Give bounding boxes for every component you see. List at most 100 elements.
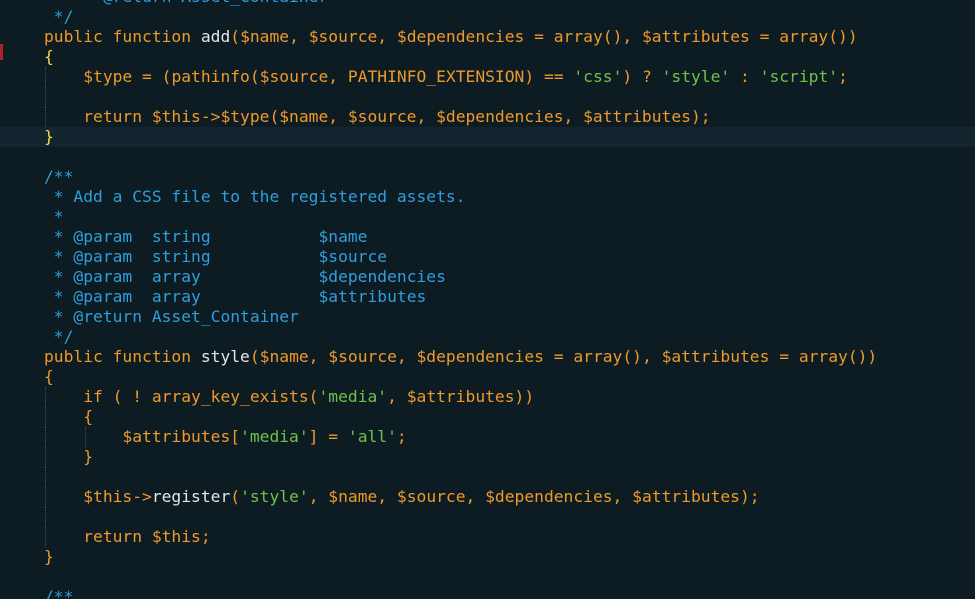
code-line[interactable]: $this->register('style', $name, $source,… [0, 487, 975, 507]
indent-guide [45, 107, 46, 127]
code-token: ( [249, 347, 260, 366]
code-token: { [44, 407, 94, 426]
code-token: { [44, 367, 54, 386]
code-line[interactable]: } [0, 127, 975, 147]
code-token: $attributes [318, 287, 427, 306]
code-token: } [44, 547, 54, 566]
code-token: add [200, 27, 231, 46]
code-area[interactable]: * @return Asset_Container */public funct… [0, 0, 975, 599]
code-token: ()) [847, 347, 878, 366]
code-line[interactable]: { [0, 407, 975, 427]
code-token: , $attributes)) [387, 387, 535, 406]
code-line[interactable]: * Add a CSS file to the registered asset… [0, 187, 975, 207]
code-token: ( [308, 387, 319, 406]
code-token: ) ? [622, 67, 662, 86]
code-line[interactable]: * [0, 207, 975, 227]
code-line[interactable]: $type = (pathinfo($source, PATHINFO_EXTE… [0, 67, 975, 87]
code-line[interactable] [0, 467, 975, 487]
code-token: 'style' [240, 487, 309, 506]
code-token: 'style' [661, 67, 731, 86]
code-token: 'all' [347, 427, 397, 446]
code-line[interactable]: * @param array $attributes [0, 287, 975, 307]
code-line[interactable]: $attributes['media'] = 'all'; [0, 427, 975, 447]
code-line[interactable]: public function add($name, $source, $dep… [0, 27, 975, 47]
code-token: (), [602, 27, 642, 46]
code-line[interactable] [0, 147, 975, 167]
code-token: * @return Asset_Container [44, 307, 299, 326]
code-line[interactable] [0, 507, 975, 527]
indent-guide [45, 387, 46, 407]
code-token: , $name, $source, $dependencies, $attrib… [308, 487, 760, 506]
code-token: public function [44, 27, 201, 46]
code-token: ( [230, 487, 241, 506]
indent-guide [45, 407, 46, 427]
indent-guide [45, 507, 46, 527]
code-line[interactable]: /** [0, 167, 975, 187]
code-token: $name, $source, $dependencies = [240, 27, 554, 46]
code-token: 'media' [240, 427, 309, 446]
code-line[interactable]: if ( ! array_key_exists('media', $attrib… [0, 387, 975, 407]
code-line[interactable] [0, 87, 975, 107]
code-token: 'css' [573, 67, 623, 86]
code-token: * [44, 207, 64, 226]
code-token: * @param array [44, 287, 319, 306]
code-line[interactable]: { [0, 47, 975, 67]
code-token: register [151, 487, 231, 506]
code-token: ; [838, 67, 848, 86]
indent-guide [45, 447, 46, 467]
code-token: style [200, 347, 250, 366]
indent-guide [45, 67, 46, 87]
code-token: PATHINFO_EXTENSION [347, 67, 525, 86]
code-token: $name [318, 227, 368, 246]
code-token: array [573, 347, 623, 366]
code-token: ] = [308, 427, 348, 446]
code-line[interactable]: * @param string $source [0, 247, 975, 267]
code-token: 'script' [759, 67, 839, 86]
code-line[interactable]: * @param string $name [0, 227, 975, 247]
code-token: $this; [151, 527, 211, 546]
code-line[interactable]: { [0, 367, 975, 387]
code-editor[interactable]: * @return Asset_Container */public funct… [0, 0, 975, 599]
code-token: public function [44, 347, 201, 366]
code-token: } [44, 127, 54, 146]
code-token: $attributes = [661, 347, 799, 366]
code-line[interactable]: return $this; [0, 527, 975, 547]
code-token: array_key_exists [151, 387, 309, 406]
code-token: * Add a CSS file to the registered asset… [44, 187, 466, 206]
code-token: ()) [828, 27, 858, 46]
code-token: $attributes[ [44, 427, 241, 446]
code-line[interactable]: return $this->$type($name, $source, $dep… [0, 107, 975, 127]
code-token: array [553, 27, 603, 46]
code-line[interactable]: * @return Asset_Container [0, 307, 975, 327]
code-line[interactable]: */ [0, 7, 975, 27]
code-token: */ [44, 327, 74, 346]
code-token: if ( ! [44, 387, 152, 406]
indent-guide [45, 487, 46, 507]
code-line[interactable]: */ [0, 327, 975, 347]
code-token: $attributes = [641, 27, 780, 46]
code-token: $this-> [44, 487, 152, 506]
code-token: * @param string [44, 227, 319, 246]
indent-guide [45, 467, 46, 487]
code-line[interactable]: } [0, 447, 975, 467]
code-line[interactable]: * @param array $dependencies [0, 267, 975, 287]
code-token: ( [230, 27, 241, 46]
code-line[interactable]: public function style($name, $source, $d… [0, 347, 975, 367]
indent-guide [45, 527, 46, 547]
indent-guide [45, 87, 46, 107]
code-token: $name, $source, $dependencies = [259, 347, 574, 366]
code-token: /** [44, 167, 74, 186]
code-line[interactable]: } [0, 547, 975, 567]
code-line[interactable]: * @return Asset_Container [0, 0, 975, 7]
code-line[interactable] [0, 567, 975, 587]
code-token: return [44, 107, 152, 126]
code-token: { [44, 47, 54, 66]
code-token: ) == [524, 67, 574, 86]
code-token: : [730, 67, 760, 86]
code-line[interactable]: /** [0, 587, 975, 599]
indent-guide [85, 427, 86, 447]
code-token: $dependencies [318, 267, 446, 286]
code-token: * @param array [44, 267, 319, 286]
code-token: * @param string [44, 247, 319, 266]
code-token: 'media' [318, 387, 388, 406]
